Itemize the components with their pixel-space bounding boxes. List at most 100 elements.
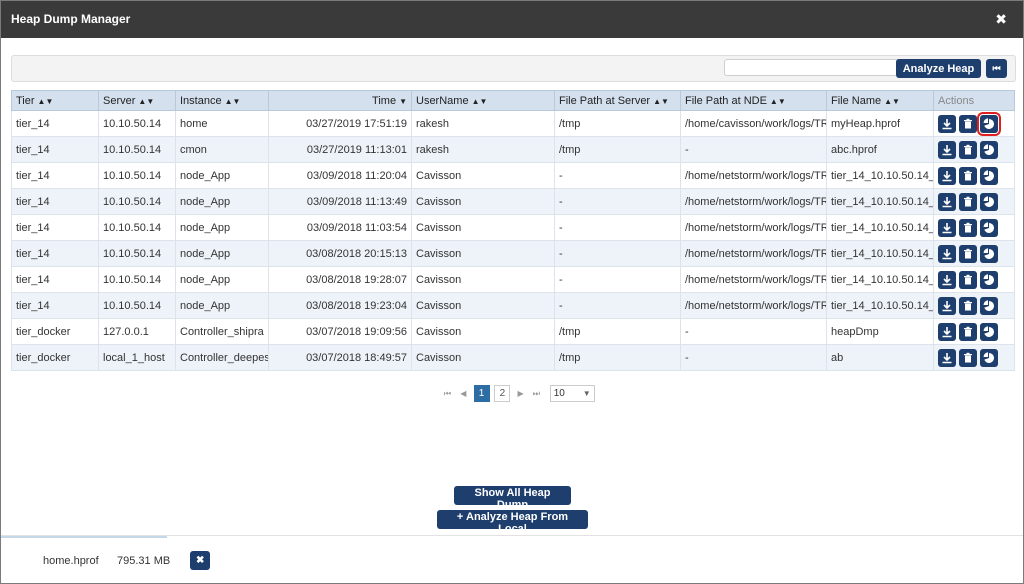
sort-icon: ▲▼ [471, 96, 488, 106]
table-row[interactable]: tier_14 10.10.50.14 node_App 03/08/2018 20:… [11, 240, 1015, 267]
download-icon[interactable] [938, 166, 956, 185]
cell-path-nde: - [680, 136, 827, 163]
search-input[interactable] [724, 59, 900, 76]
download-icon[interactable] [938, 296, 956, 315]
column-header-filename[interactable]: File Name ▲▼ [826, 90, 934, 111]
cell-tier: tier_14 [11, 110, 99, 137]
heap-dump-table: Tier ▲▼ Server ▲▼ Instance ▲▼ Time ▼ UserNam… [11, 90, 1015, 371]
first-page-icon[interactable]: ⏮ [986, 59, 1007, 78]
cell-filename: tier_14_10.10.50.14_no [826, 292, 934, 319]
cell-time: 03/07/2018 18:49:57 [268, 344, 412, 371]
cell-filename: tier_14_10.10.50.14_no [826, 266, 934, 293]
download-icon[interactable] [938, 322, 956, 341]
analyze-pie-icon[interactable] [980, 322, 998, 341]
cell-instance: Controller_deepesh [175, 344, 269, 371]
last-page-icon[interactable]: ⏭ [530, 389, 543, 399]
column-header-tier[interactable]: Tier ▲▼ [11, 90, 99, 111]
cell-actions [933, 318, 1015, 345]
column-header-path-nde[interactable]: File Path at NDE ▲▼ [680, 90, 827, 111]
cell-username: Cavisson [411, 318, 555, 345]
page-1-button[interactable]: 1 [473, 385, 490, 402]
cell-server: local_1_host [98, 344, 176, 371]
cell-filename: abc.hprof [826, 136, 934, 163]
cell-filename: tier_14_10.10.50.14_no [826, 188, 934, 215]
heap-dump-manager-dialog: Heap Dump Manager ✖ Analyze Heap ⏮ Tier ▲… [0, 0, 1024, 584]
cell-username: rakesh [411, 136, 555, 163]
table-row[interactable]: tier_docker local_1_host Controller_deepes… [11, 344, 1015, 371]
cell-path-server: - [554, 214, 681, 241]
delete-icon[interactable] [959, 348, 977, 367]
table-row[interactable]: tier_docker 127.0.0.1 Controller_shipra 03/… [11, 318, 1015, 345]
table-row[interactable]: tier_14 10.10.50.14 node_App 03/08/2018 19:… [11, 266, 1015, 293]
delete-icon[interactable] [959, 270, 977, 289]
table-row[interactable]: tier_14 10.10.50.14 node_App 03/09/2018 11:… [11, 188, 1015, 215]
cell-path-nde: /home/netstorm/work/logs/TR [680, 240, 827, 267]
delete-icon[interactable] [959, 296, 977, 315]
prev-page-icon[interactable]: ◀ [457, 389, 470, 398]
analyze-pie-icon[interactable] [980, 348, 998, 367]
delete-icon[interactable] [959, 166, 977, 185]
download-icon[interactable] [938, 114, 956, 133]
delete-icon[interactable] [959, 140, 977, 159]
table-row[interactable]: tier_14 10.10.50.14 node_App 03/08/2018 19:… [11, 292, 1015, 319]
cell-actions [933, 188, 1015, 215]
delete-icon[interactable] [959, 244, 977, 263]
sort-icon: ▲▼ [769, 96, 786, 106]
analyze-pie-icon[interactable] [980, 270, 998, 289]
download-icon[interactable] [938, 218, 956, 237]
first-page-icon[interactable]: ⏮ [441, 389, 454, 399]
column-header-instance[interactable]: Instance ▲▼ [175, 90, 269, 111]
delete-icon[interactable] [959, 218, 977, 237]
column-header-path-server[interactable]: File Path at Server ▲▼ [554, 90, 681, 111]
sort-icon: ▲▼ [224, 96, 241, 106]
delete-icon[interactable] [959, 114, 977, 133]
cell-instance: node_App [175, 292, 269, 319]
download-icon[interactable] [938, 348, 956, 367]
analyze-pie-icon[interactable] [980, 166, 998, 185]
cell-actions [933, 110, 1015, 137]
sort-icon: ▲▼ [653, 96, 669, 106]
table-row[interactable]: tier_14 10.10.50.14 node_App 03/09/2018 11:… [11, 162, 1015, 189]
status-close-button[interactable]: ✖ [190, 551, 210, 570]
cell-path-server: - [554, 188, 681, 215]
next-page-icon[interactable]: ▶ [514, 389, 527, 398]
toolbar: Analyze Heap ⏮ [11, 55, 1016, 82]
cell-filename: tier_14_10.10.50.14_no [826, 214, 934, 241]
cell-path-nde: /home/cavisson/work/logs/TR [680, 110, 827, 137]
analyze-pie-icon[interactable] [980, 244, 998, 263]
delete-icon[interactable] [959, 322, 977, 341]
cell-username: Cavisson [411, 292, 555, 319]
analyze-heap-from-local-button[interactable]: + Analyze Heap From Local [437, 510, 588, 535]
show-all-heap-dump-button[interactable]: Show All Heap Dump [454, 486, 571, 511]
cell-time: 03/08/2018 19:23:04 [268, 292, 412, 319]
table-row[interactable]: tier_14 10.10.50.14 node_App 03/09/2018 11:… [11, 214, 1015, 241]
page-2-button[interactable]: 2 [494, 385, 511, 402]
column-header-time[interactable]: Time ▼ [268, 90, 412, 111]
analyze-pie-icon[interactable] [980, 218, 998, 237]
cell-tier: tier_14 [11, 240, 99, 267]
analyze-pie-icon[interactable] [980, 296, 998, 315]
cell-tier: tier_14 [11, 162, 99, 189]
download-icon[interactable] [938, 270, 956, 289]
table-row[interactable]: tier_14 10.10.50.14 home 03/27/2019 17:51:1… [11, 110, 1015, 137]
cell-actions [933, 214, 1015, 241]
close-icon[interactable]: ✖ [995, 11, 1007, 28]
cell-filename: heapDmp [826, 318, 934, 345]
delete-icon[interactable] [959, 192, 977, 211]
cell-path-server: /tmp [554, 136, 681, 163]
analyze-pie-icon[interactable] [977, 111, 1001, 136]
cell-username: Cavisson [411, 214, 555, 241]
download-icon[interactable] [938, 140, 956, 159]
column-header-server[interactable]: Server ▲▼ [98, 90, 176, 111]
analyze-heap-button[interactable]: Analyze Heap [896, 59, 981, 78]
analyze-pie-icon[interactable] [980, 192, 998, 211]
download-icon[interactable] [938, 244, 956, 263]
download-icon[interactable] [938, 192, 956, 211]
cell-path-nde: /home/netstorm/work/logs/TR [680, 214, 827, 241]
table-row[interactable]: tier_14 10.10.50.14 cmon 03/27/2019 11:13:0… [11, 136, 1015, 163]
page-size-select[interactable]: 10 ▼ [549, 385, 595, 402]
status-file-size: 795.31 MB [117, 555, 171, 567]
analyze-pie-icon[interactable] [980, 140, 998, 159]
cell-time: 03/07/2018 19:09:56 [268, 318, 412, 345]
column-header-username[interactable]: UserName ▲▼ [411, 90, 555, 111]
